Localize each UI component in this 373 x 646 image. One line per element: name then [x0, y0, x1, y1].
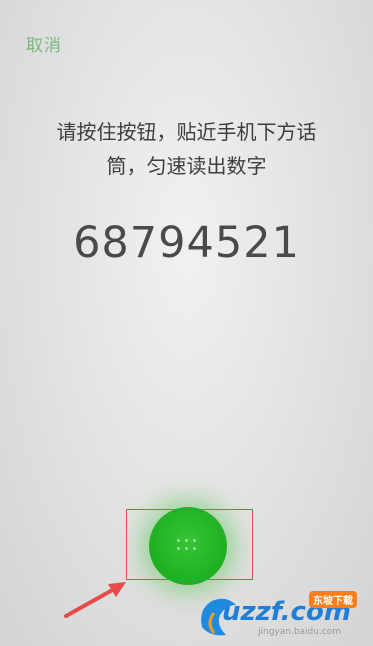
cancel-button[interactable]: 取消	[26, 31, 62, 56]
verification-digits: 68794521	[73, 218, 300, 268]
instruction-line-2: 筒，匀速读出数字	[106, 154, 267, 178]
instruction-text: 请按住按钮，贴近手机下方话 筒，匀速读出数字	[0, 115, 373, 183]
watermark-badge: 东坡下载	[309, 591, 357, 608]
voice-verification-screen: 取消 请按住按钮，贴近手机下方话 筒，匀速读出数字 68794521 uzzf.…	[0, 0, 373, 646]
pointer-arrow-icon	[64, 582, 126, 618]
highlight-box	[126, 509, 253, 580]
instruction-line-1: 请按住按钮，贴近手机下方话	[56, 120, 317, 144]
watermark-site: jingyan.baidu.com	[258, 627, 342, 637]
